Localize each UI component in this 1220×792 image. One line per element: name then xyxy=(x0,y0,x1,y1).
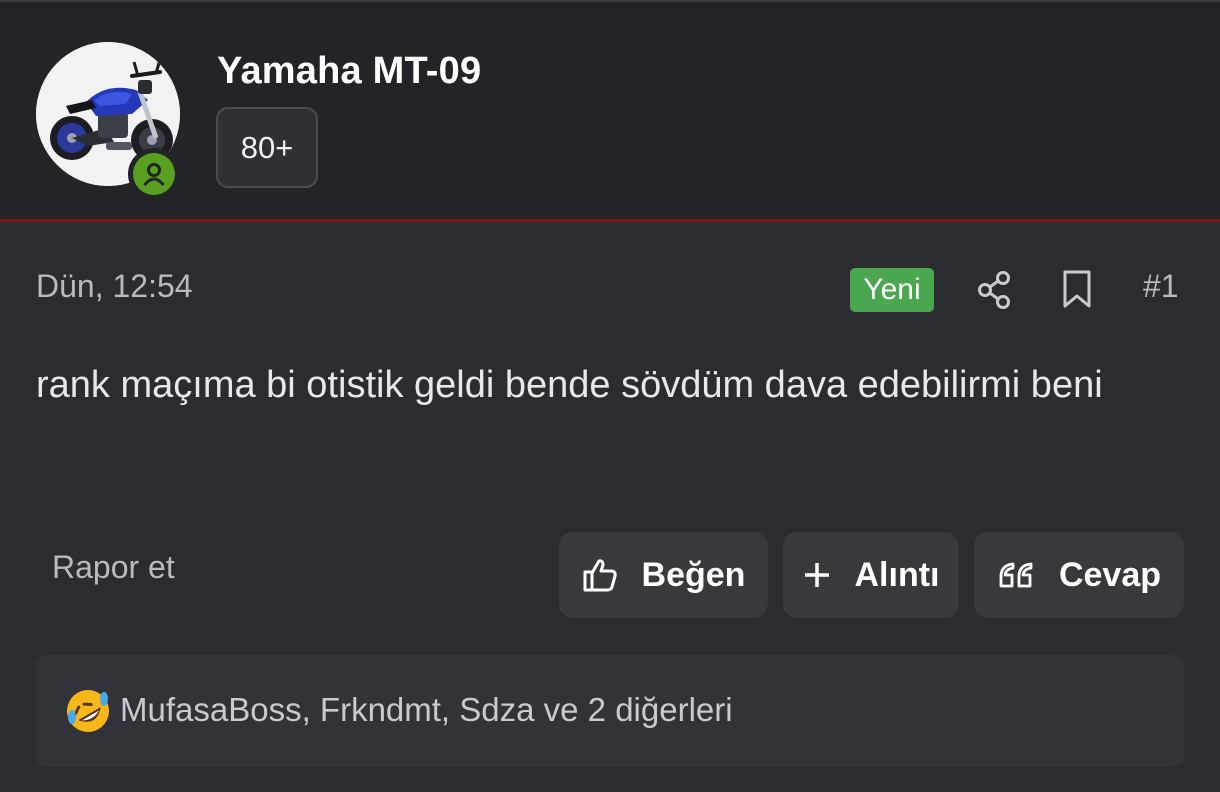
post-author-header: Yamaha MT-09 80+ xyxy=(0,0,1220,222)
rolling-on-floor-laughing-icon xyxy=(64,687,112,740)
quote-button[interactable]: Alıntı xyxy=(783,532,959,618)
share-icon[interactable] xyxy=(976,270,1012,315)
online-user-icon xyxy=(143,163,165,186)
report-link[interactable]: Rapor et xyxy=(52,549,175,586)
reactions-bar[interactable]: MufasaBoss, Frkndmt, Sdza ve 2 diğerleri xyxy=(36,655,1184,767)
like-button[interactable]: Beğen xyxy=(559,532,768,618)
rank-badge: 80+ xyxy=(216,107,318,188)
online-status-badge xyxy=(128,148,180,200)
plus-icon xyxy=(803,561,831,589)
quote-label: Alıntı xyxy=(854,555,940,594)
bookmark-icon[interactable] xyxy=(1061,269,1093,314)
new-badge: Yeni xyxy=(850,268,934,312)
quote-marks-icon xyxy=(997,560,1035,590)
forum-post-page: Yamaha MT-09 80+ Dün, 12:54 Yeni #1 rank… xyxy=(0,0,1220,792)
author-name[interactable]: Yamaha MT-09 xyxy=(217,50,481,93)
post-date[interactable]: Dün, 12:54 xyxy=(36,268,193,305)
reaction-others[interactable]: ve 2 diğerleri xyxy=(534,691,733,728)
like-label: Beğen xyxy=(641,555,746,594)
reaction-users[interactable]: MufasaBoss, Frkndmt, Sdza xyxy=(120,691,534,728)
post-body-text: rank maçıma bi otistik geldi bende sövdü… xyxy=(36,364,1103,406)
reply-label: Cevap xyxy=(1058,555,1162,594)
author-avatar[interactable] xyxy=(36,42,180,200)
post-number-link[interactable]: #1 xyxy=(1143,268,1179,305)
reaction-users-list[interactable]: MufasaBoss, Frkndmt, Sdza ve 2 diğerleri xyxy=(120,691,733,729)
reply-button[interactable]: Cevap xyxy=(974,532,1184,618)
thumbs-up-icon xyxy=(582,557,618,593)
